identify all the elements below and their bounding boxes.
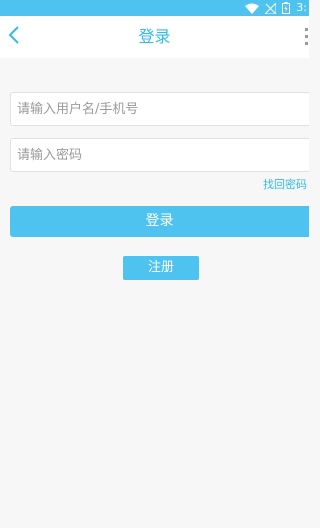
more-vertical-icon[interactable] bbox=[303, 26, 309, 46]
title-bar: 登录 bbox=[0, 16, 309, 58]
username-field-container bbox=[10, 92, 309, 126]
username-input[interactable] bbox=[11, 93, 309, 125]
battery-icon bbox=[282, 2, 291, 14]
password-input[interactable] bbox=[11, 139, 309, 171]
page-title: 登录 bbox=[138, 27, 171, 46]
status-time: 3: bbox=[296, 1, 307, 14]
wifi-icon bbox=[245, 3, 260, 14]
password-field-container bbox=[10, 138, 309, 172]
status-icons: 3: bbox=[245, 0, 309, 16]
login-button[interactable]: 登录 bbox=[10, 206, 309, 237]
forgot-password-link[interactable]: 找回密码 bbox=[263, 177, 307, 193]
status-bar: 3: bbox=[0, 0, 309, 16]
register-button[interactable]: 注册 bbox=[123, 256, 199, 280]
signal-icon bbox=[265, 2, 277, 14]
